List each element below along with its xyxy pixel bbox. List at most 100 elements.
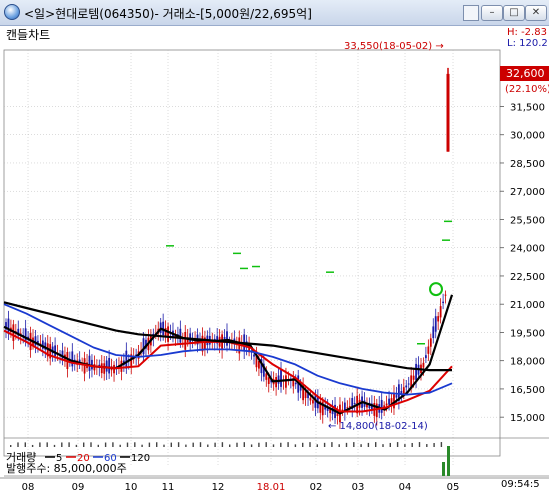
- volume-bar: [258, 442, 260, 447]
- volume-bar: [309, 442, 311, 447]
- candle-body: [54, 345, 57, 356]
- volume-bar: [83, 442, 85, 447]
- candle-body: [309, 397, 312, 401]
- time-tick-label: 11: [162, 482, 175, 493]
- candle-body: [353, 402, 356, 405]
- candle-body: [108, 357, 111, 374]
- candle-body: [142, 338, 145, 355]
- pin-icon[interactable]: [463, 5, 479, 21]
- price-tick-label: 19,500: [510, 328, 545, 339]
- volume-bar: [24, 442, 26, 447]
- candle-body: [226, 331, 228, 346]
- volume-bar: [433, 443, 435, 447]
- volume-bar: [302, 442, 304, 447]
- candle-body: [425, 355, 427, 359]
- volume-bar: [46, 442, 48, 447]
- volume-bar: [345, 442, 348, 447]
- volume-bar: [126, 442, 129, 447]
- candle-body: [380, 399, 383, 413]
- candle-body: [184, 332, 187, 350]
- volume-bar: [68, 442, 70, 447]
- volume-bar: [207, 444, 209, 447]
- candle-body: [393, 392, 395, 409]
- volume-bar: [119, 444, 121, 447]
- volume-bar: [331, 442, 333, 447]
- volume-bar: [170, 442, 172, 447]
- minimize-button[interactable]: –: [481, 5, 503, 21]
- price-tick-label: 15,000: [510, 413, 545, 424]
- candle-body: [429, 338, 432, 347]
- time-tick-label: 10: [125, 482, 138, 493]
- volume-bar: [287, 442, 289, 447]
- candle-body: [103, 363, 106, 374]
- volume-bar: [447, 446, 450, 476]
- volume-bar: [243, 442, 245, 447]
- candle-body: [444, 294, 447, 296]
- candle-body: [253, 354, 255, 357]
- volume-bar: [396, 442, 399, 447]
- volume-bar: [265, 442, 267, 447]
- candle-body: [280, 369, 282, 387]
- candle-chart[interactable]: 31,500 30,000 28,500 27,000 25,500 24,000 22,5…: [0, 26, 549, 493]
- candle-body: [442, 301, 444, 304]
- volume-bar: [221, 442, 224, 447]
- price-tick-label: 16,500: [510, 385, 545, 396]
- candle-body: [105, 360, 108, 372]
- close-button[interactable]: ✕: [525, 5, 547, 21]
- price-tick-label: 18,000: [510, 357, 545, 368]
- ma120-label: 120: [131, 453, 150, 464]
- volume-bar: [112, 442, 114, 447]
- price-axis: 31,500 30,000 28,500 27,000 25,500 24,000 22,5…: [500, 102, 545, 424]
- candle-body: [125, 350, 128, 369]
- volume-bar: [192, 442, 194, 447]
- time-tick-label: 09: [72, 482, 85, 493]
- min-price-annotation: ← 14,800(18-02-14): [328, 421, 428, 432]
- candle-body: [437, 316, 440, 322]
- price-tick-label: 28,500: [510, 159, 545, 170]
- candle-body: [265, 373, 268, 380]
- volume-bar: [389, 442, 391, 447]
- maximize-button[interactable]: □: [503, 5, 525, 21]
- price-tick-label: 22,500: [510, 272, 545, 283]
- volume-bar: [156, 442, 158, 447]
- candle-body: [312, 400, 314, 404]
- time-tick-label: 12: [212, 482, 225, 493]
- volume-bar: [97, 444, 99, 447]
- time-tick-label: 05: [447, 482, 460, 493]
- volume-bar: [411, 442, 413, 447]
- candle-body: [422, 362, 425, 368]
- volume-bar: [53, 444, 56, 447]
- time-tick-label: 04: [399, 482, 412, 493]
- volume-bar: [177, 442, 180, 447]
- volume-bar: [360, 444, 362, 447]
- candle-body: [402, 387, 405, 395]
- candle-body: [167, 326, 169, 342]
- volume-bar: [31, 444, 34, 447]
- title-bar: <일>현대로템(064350)- 거래소-[5,000원/22,695억] – …: [0, 0, 549, 26]
- candle-body: [385, 403, 388, 406]
- candle-body: [395, 395, 398, 398]
- volume-bar: [404, 444, 406, 447]
- current-change: (22.10%): [505, 84, 549, 95]
- volume-bar: [375, 442, 377, 447]
- candle-body: [88, 355, 91, 371]
- volume-bar: [10, 445, 12, 447]
- volume-bar: [250, 444, 253, 447]
- price-tick-label: 21,000: [510, 300, 545, 311]
- volume-bar: [294, 444, 297, 447]
- time-tick-label: 02: [310, 482, 323, 493]
- volume-bar: [90, 442, 92, 447]
- app-globe-icon[interactable]: [4, 4, 20, 20]
- spike-candle-body: [446, 73, 450, 152]
- volume-bar: [104, 442, 107, 447]
- candle-body: [304, 391, 307, 399]
- volume-bar: [148, 442, 151, 447]
- volume-bar: [39, 442, 41, 447]
- volume-bar: [280, 442, 282, 447]
- candle-body: [405, 385, 408, 388]
- candle-body: [407, 383, 410, 385]
- volume-bar: [214, 442, 216, 447]
- volume-bar: [199, 442, 202, 447]
- volume-bar: [185, 444, 187, 447]
- volume-bar: [272, 444, 275, 447]
